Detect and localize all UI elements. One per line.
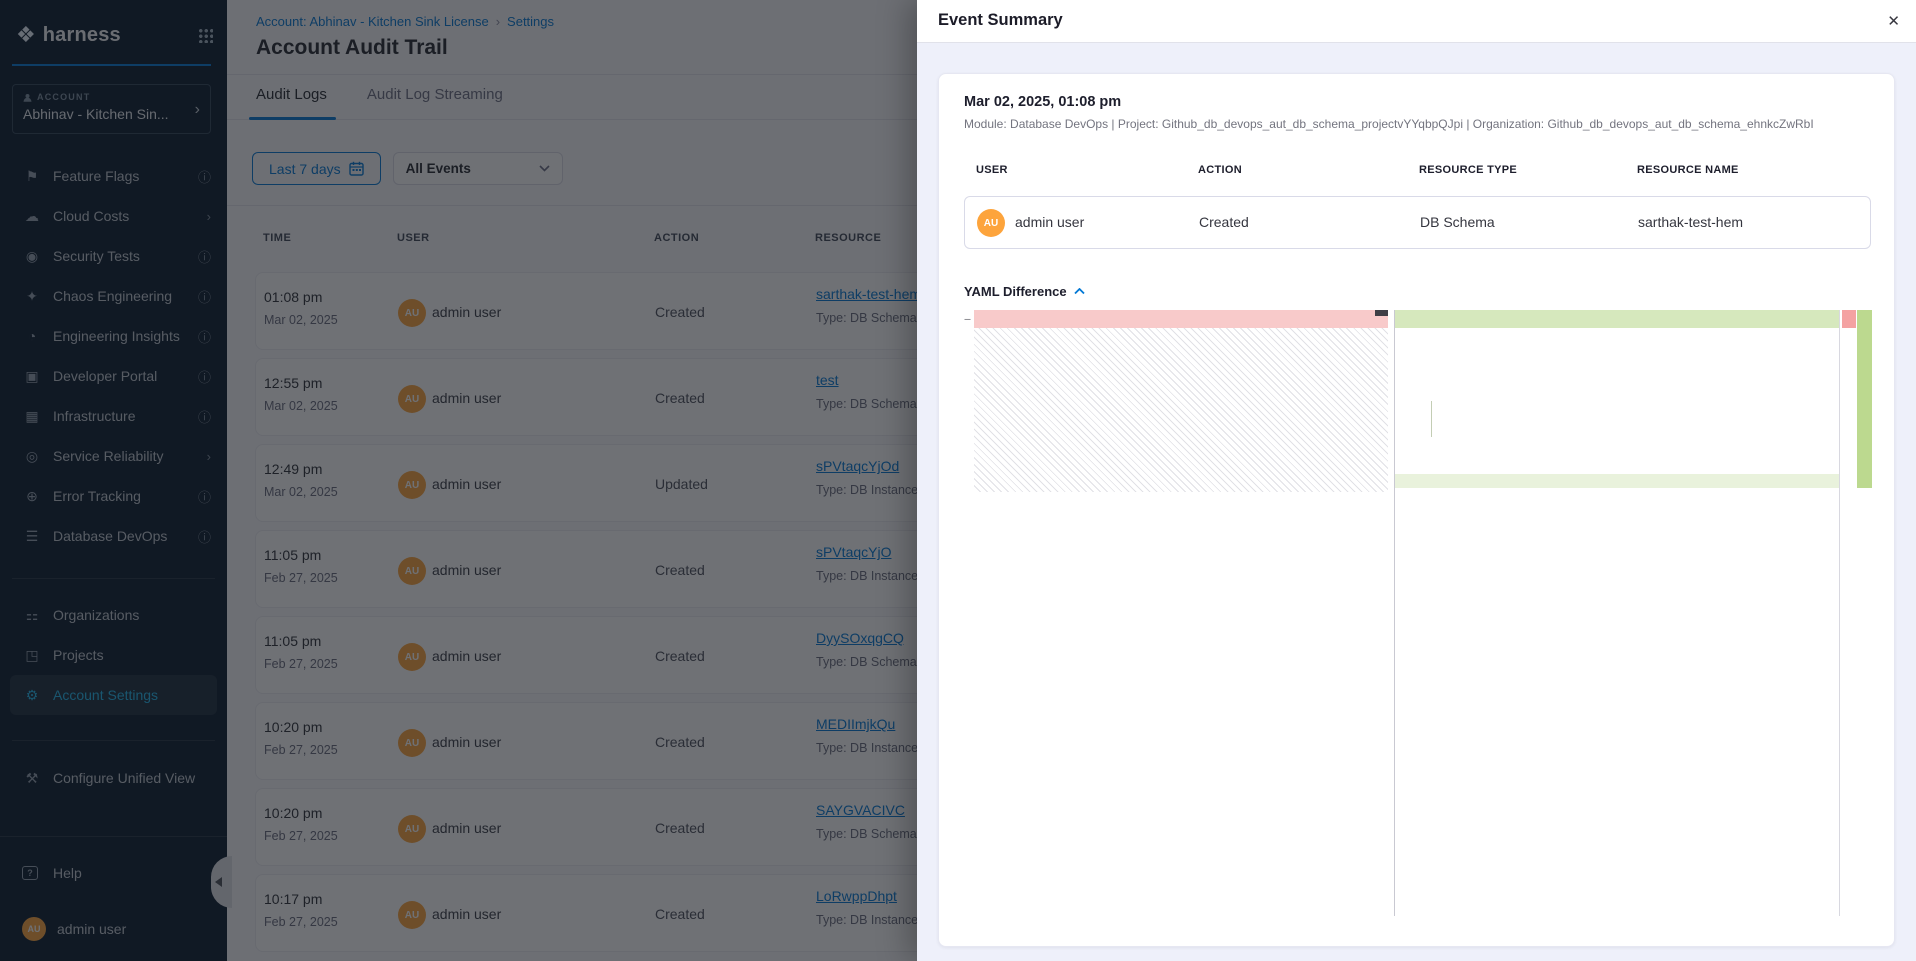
- diff-added-line: + location: asdsad.yaml: [1395, 419, 1839, 437]
- diff-added-line: + tags: []: [1395, 365, 1839, 383]
- drawer-header: Event Summary ✕: [917, 0, 1916, 43]
- event-card: Mar 02, 2025, 01:08 pm Module: Database …: [938, 73, 1895, 947]
- event-summary-drawer: Event Summary ✕ Mar 02, 2025, 01:08 pm M…: [917, 0, 1916, 961]
- event-detail-row: AU admin user Created DB Schema sarthak-…: [964, 196, 1871, 249]
- diff-added-line: + name: sarthak-test-hem: [1395, 346, 1839, 364]
- removed-line-marker: −: [964, 312, 971, 326]
- diff-sash-handle[interactable]: [1375, 310, 1388, 316]
- drawer-column-resource-name: RESOURCE NAME: [1637, 164, 1739, 176]
- avatar: AU: [977, 209, 1005, 237]
- diff-added-line: + changeLog:: [1395, 383, 1839, 401]
- overview-ruler-added[interactable]: [1857, 310, 1872, 488]
- removed-line: [974, 310, 1388, 328]
- event-datetime: Mar 02, 2025, 01:08 pm: [964, 94, 1121, 110]
- drawer-title: Event Summary: [938, 11, 1063, 30]
- empty-diff-region: [974, 328, 1388, 492]
- event-meta: Module: Database DevOps | Project: Githu…: [964, 117, 1874, 131]
- yaml-difference-toggle[interactable]: YAML Difference: [964, 284, 1085, 299]
- drawer-column-action: ACTION: [1198, 164, 1242, 176]
- diff-added-trailing-line: +: [1395, 474, 1839, 488]
- overview-ruler-removed: [1842, 310, 1856, 328]
- diff-added-line: + identifier: sarthaktesthem: [1395, 328, 1839, 346]
- yaml-diff-editor[interactable]: − + dbschema: + identifier: sarthaktesth…: [964, 310, 1872, 916]
- diff-added-line: + projectIdentifier: Github_db_devops_au…: [1395, 456, 1839, 474]
- drawer-column-resource-type: RESOURCE TYPE: [1419, 164, 1517, 176]
- close-icon[interactable]: ✕: [1887, 12, 1900, 30]
- diff-added-line: + connector: DbDevopsoBKpcpIfEV: [1395, 401, 1839, 419]
- drawer-column-user: USER: [976, 164, 1008, 176]
- diff-added-line: + orgIdentifier: Github_db_devops_aut_db…: [1395, 437, 1839, 455]
- diff-added-line: + dbschema:: [1395, 310, 1839, 328]
- diff-right-border: [1839, 310, 1840, 916]
- chevron-up-icon: [1074, 288, 1085, 295]
- screen: ❖ harness ACCOUNT Abhinav - Kitchen Sin.…: [0, 0, 1916, 961]
